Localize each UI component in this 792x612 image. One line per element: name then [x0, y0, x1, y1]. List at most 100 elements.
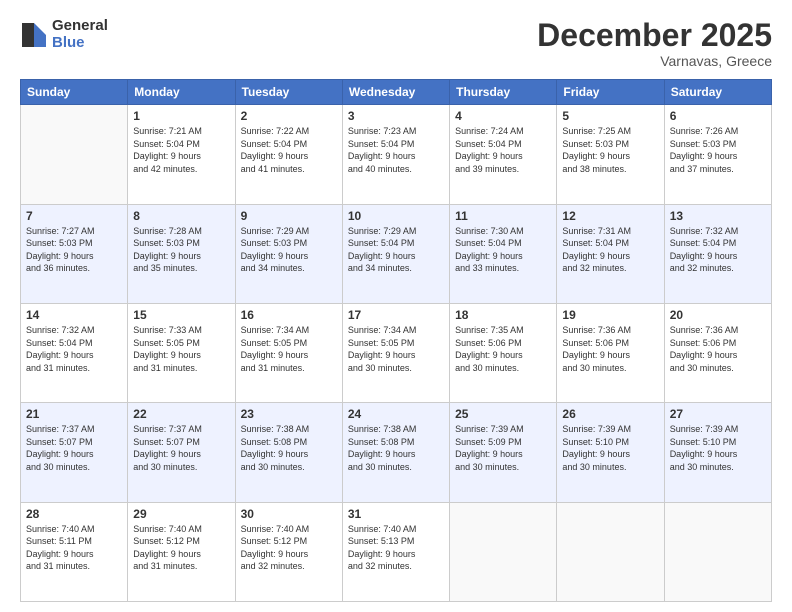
calendar-cell [557, 502, 664, 601]
weekday-header-friday: Friday [557, 80, 664, 105]
day-number: 5 [562, 109, 658, 123]
day-info: Sunrise: 7:36 AM Sunset: 5:06 PM Dayligh… [562, 324, 658, 374]
day-info: Sunrise: 7:39 AM Sunset: 5:10 PM Dayligh… [562, 423, 658, 473]
day-info: Sunrise: 7:40 AM Sunset: 5:13 PM Dayligh… [348, 523, 444, 573]
day-number: 12 [562, 209, 658, 223]
day-info: Sunrise: 7:35 AM Sunset: 5:06 PM Dayligh… [455, 324, 551, 374]
calendar-cell: 3 Sunrise: 7:23 AM Sunset: 5:04 PM Daylig… [342, 105, 449, 204]
day-number: 13 [670, 209, 766, 223]
title-section: December 2025 Varnavas, Greece [537, 18, 772, 69]
calendar-cell: 2 Sunrise: 7:22 AM Sunset: 5:04 PM Daylig… [235, 105, 342, 204]
location: Varnavas, Greece [537, 53, 772, 69]
calendar: SundayMondayTuesdayWednesdayThursdayFrid… [20, 79, 772, 602]
day-info: Sunrise: 7:36 AM Sunset: 5:06 PM Dayligh… [670, 324, 766, 374]
day-number: 28 [26, 507, 122, 521]
calendar-cell: 29Sunrise: 7:40 AM Sunset: 5:12 PM Dayli… [128, 502, 235, 601]
day-info: Sunrise: 7:26 AM Sunset: 5:03 PM Dayligh… [670, 125, 766, 175]
logo-icon [20, 21, 48, 49]
calendar-cell: 10 Sunrise: 7:29 AM Sunset: 5:04 PM Dayli… [342, 204, 449, 303]
calendar-cell: 7Sunrise: 7:27 AM Sunset: 5:03 PM Daylig… [21, 204, 128, 303]
day-info: Sunrise: 7:32 AM Sunset: 5:04 PM Dayligh… [26, 324, 122, 374]
page: General Blue December 2025 Varnavas, Gre… [0, 0, 792, 612]
calendar-cell: 28 Sunrise: 7:40 AM Sunset: 5:11 PM Dayli… [21, 502, 128, 601]
logo-blue-text: Blue [52, 35, 108, 52]
weekday-header-sunday: Sunday [21, 80, 128, 105]
day-info: Sunrise: 7:29 AM Sunset: 5:03 PM Dayligh… [241, 225, 337, 275]
logo-text: General Blue [52, 18, 108, 51]
day-info: Sunrise: 7:24 AM Sunset: 5:04 PM Dayligh… [455, 125, 551, 175]
day-number: 24 [348, 407, 444, 421]
logo-general-text: General [52, 18, 108, 35]
calendar-week-row: 7Sunrise: 7:27 AM Sunset: 5:03 PM Daylig… [21, 204, 772, 303]
day-info: Sunrise: 7:28 AM Sunset: 5:03 PM Dayligh… [133, 225, 229, 275]
month-title: December 2025 [537, 18, 772, 53]
day-info: Sunrise: 7:25 AM Sunset: 5:03 PM Dayligh… [562, 125, 658, 175]
day-info: Sunrise: 7:37 AM Sunset: 5:07 PM Dayligh… [26, 423, 122, 473]
calendar-cell: 8 Sunrise: 7:28 AM Sunset: 5:03 PM Daylig… [128, 204, 235, 303]
day-number: 6 [670, 109, 766, 123]
day-info: Sunrise: 7:22 AM Sunset: 5:04 PM Dayligh… [241, 125, 337, 175]
weekday-header-row: SundayMondayTuesdayWednesdayThursdayFrid… [21, 80, 772, 105]
weekday-header-saturday: Saturday [664, 80, 771, 105]
calendar-cell: 13 Sunrise: 7:32 AM Sunset: 5:04 PM Dayli… [664, 204, 771, 303]
calendar-week-row: 1 Sunrise: 7:21 AM Sunset: 5:04 PM Daylig… [21, 105, 772, 204]
day-number: 31 [348, 507, 444, 521]
day-number: 25 [455, 407, 551, 421]
calendar-cell: 27 Sunrise: 7:39 AM Sunset: 5:10 PM Dayli… [664, 403, 771, 502]
calendar-cell: 21 Sunrise: 7:37 AM Sunset: 5:07 PM Dayli… [21, 403, 128, 502]
day-number: 8 [133, 209, 229, 223]
day-number: 27 [670, 407, 766, 421]
day-number: 26 [562, 407, 658, 421]
calendar-cell: 14Sunrise: 7:32 AM Sunset: 5:04 PM Dayli… [21, 303, 128, 402]
calendar-cell: 16 Sunrise: 7:34 AM Sunset: 5:05 PM Dayli… [235, 303, 342, 402]
weekday-header-thursday: Thursday [450, 80, 557, 105]
calendar-cell [21, 105, 128, 204]
day-number: 2 [241, 109, 337, 123]
day-number: 1 [133, 109, 229, 123]
calendar-cell: 5 Sunrise: 7:25 AM Sunset: 5:03 PM Daylig… [557, 105, 664, 204]
day-info: Sunrise: 7:40 AM Sunset: 5:12 PM Dayligh… [133, 523, 229, 573]
calendar-cell: 1 Sunrise: 7:21 AM Sunset: 5:04 PM Daylig… [128, 105, 235, 204]
calendar-cell: 31 Sunrise: 7:40 AM Sunset: 5:13 PM Dayli… [342, 502, 449, 601]
calendar-cell: 24Sunrise: 7:38 AM Sunset: 5:08 PM Dayli… [342, 403, 449, 502]
weekday-header-monday: Monday [128, 80, 235, 105]
day-info: Sunrise: 7:33 AM Sunset: 5:05 PM Dayligh… [133, 324, 229, 374]
day-info: Sunrise: 7:39 AM Sunset: 5:10 PM Dayligh… [670, 423, 766, 473]
calendar-cell: 11Sunrise: 7:30 AM Sunset: 5:04 PM Dayli… [450, 204, 557, 303]
calendar-cell: 4 Sunrise: 7:24 AM Sunset: 5:04 PM Daylig… [450, 105, 557, 204]
day-info: Sunrise: 7:23 AM Sunset: 5:04 PM Dayligh… [348, 125, 444, 175]
calendar-cell: 30 Sunrise: 7:40 AM Sunset: 5:12 PM Dayli… [235, 502, 342, 601]
day-number: 17 [348, 308, 444, 322]
day-info: Sunrise: 7:29 AM Sunset: 5:04 PM Dayligh… [348, 225, 444, 275]
day-info: Sunrise: 7:31 AM Sunset: 5:04 PM Dayligh… [562, 225, 658, 275]
weekday-header-tuesday: Tuesday [235, 80, 342, 105]
calendar-week-row: 28 Sunrise: 7:40 AM Sunset: 5:11 PM Dayli… [21, 502, 772, 601]
day-number: 22 [133, 407, 229, 421]
calendar-cell [450, 502, 557, 601]
calendar-cell: 26 Sunrise: 7:39 AM Sunset: 5:10 PM Dayli… [557, 403, 664, 502]
day-number: 18 [455, 308, 551, 322]
day-info: Sunrise: 7:34 AM Sunset: 5:05 PM Dayligh… [241, 324, 337, 374]
day-info: Sunrise: 7:32 AM Sunset: 5:04 PM Dayligh… [670, 225, 766, 275]
day-number: 11 [455, 209, 551, 223]
day-info: Sunrise: 7:40 AM Sunset: 5:11 PM Dayligh… [26, 523, 122, 573]
calendar-week-row: 14Sunrise: 7:32 AM Sunset: 5:04 PM Dayli… [21, 303, 772, 402]
header: General Blue December 2025 Varnavas, Gre… [20, 18, 772, 69]
weekday-header-wednesday: Wednesday [342, 80, 449, 105]
day-number: 3 [348, 109, 444, 123]
day-number: 4 [455, 109, 551, 123]
day-number: 30 [241, 507, 337, 521]
logo: General Blue [20, 18, 108, 51]
day-number: 9 [241, 209, 337, 223]
day-number: 7 [26, 209, 122, 223]
calendar-cell: 12 Sunrise: 7:31 AM Sunset: 5:04 PM Dayli… [557, 204, 664, 303]
day-number: 21 [26, 407, 122, 421]
day-info: Sunrise: 7:21 AM Sunset: 5:04 PM Dayligh… [133, 125, 229, 175]
calendar-week-row: 21 Sunrise: 7:37 AM Sunset: 5:07 PM Dayli… [21, 403, 772, 502]
day-number: 19 [562, 308, 658, 322]
day-info: Sunrise: 7:40 AM Sunset: 5:12 PM Dayligh… [241, 523, 337, 573]
day-number: 16 [241, 308, 337, 322]
calendar-cell: 6 Sunrise: 7:26 AM Sunset: 5:03 PM Daylig… [664, 105, 771, 204]
day-number: 10 [348, 209, 444, 223]
day-info: Sunrise: 7:39 AM Sunset: 5:09 PM Dayligh… [455, 423, 551, 473]
